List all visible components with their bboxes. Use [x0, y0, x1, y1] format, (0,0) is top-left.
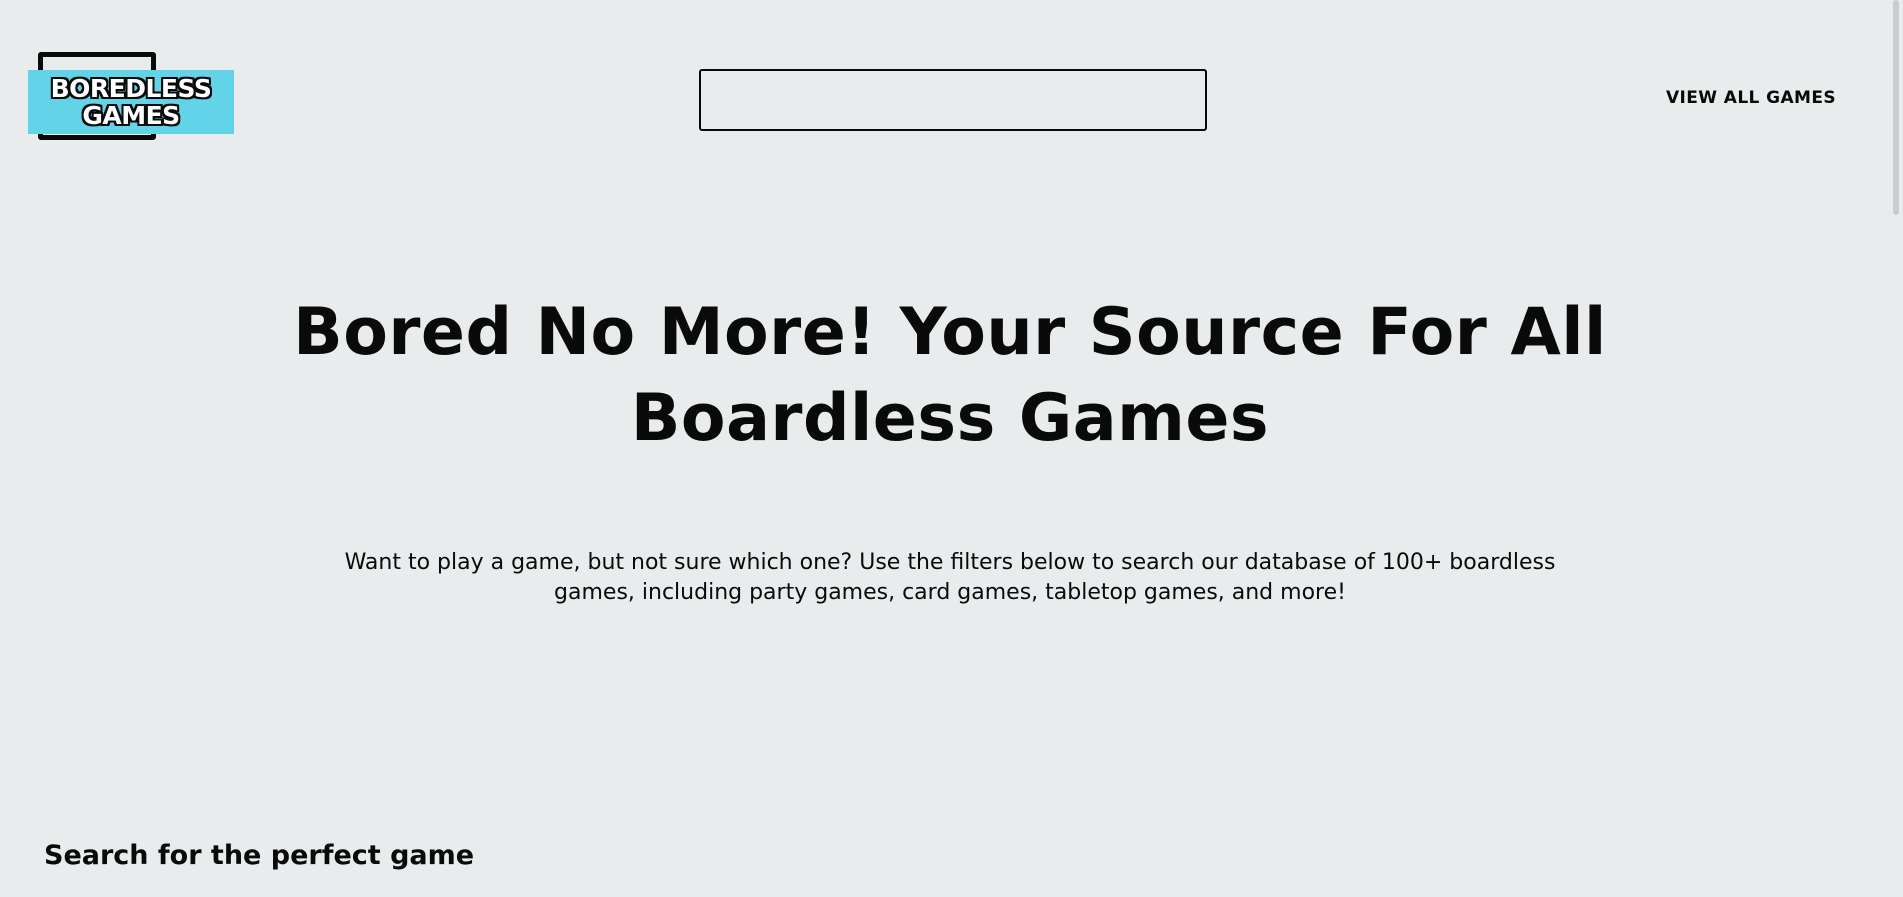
page-scrollbar[interactable]	[1891, 0, 1903, 897]
logo-line-1: BOREDLESS	[50, 74, 212, 103]
site-logo[interactable]: BOREDLESS GAMES	[28, 52, 234, 144]
hero-subtitle: Want to play a game, but not sure which …	[344, 550, 1556, 605]
view-all-games-link[interactable]: VIEW ALL GAMES	[1666, 88, 1836, 108]
search-section-heading: Search for the perfect game	[44, 840, 475, 871]
hero-title: Bored No More! Your Source For All Board…	[293, 295, 1607, 456]
site-header: BOREDLESS GAMES VIEW ALL GAMES	[0, 0, 1903, 160]
scrollbar-thumb[interactable]	[1893, 0, 1899, 215]
search-input[interactable]	[699, 69, 1207, 131]
logo-line-2: GAMES	[82, 101, 180, 130]
logo-wordmark: BOREDLESS GAMES	[28, 70, 234, 134]
